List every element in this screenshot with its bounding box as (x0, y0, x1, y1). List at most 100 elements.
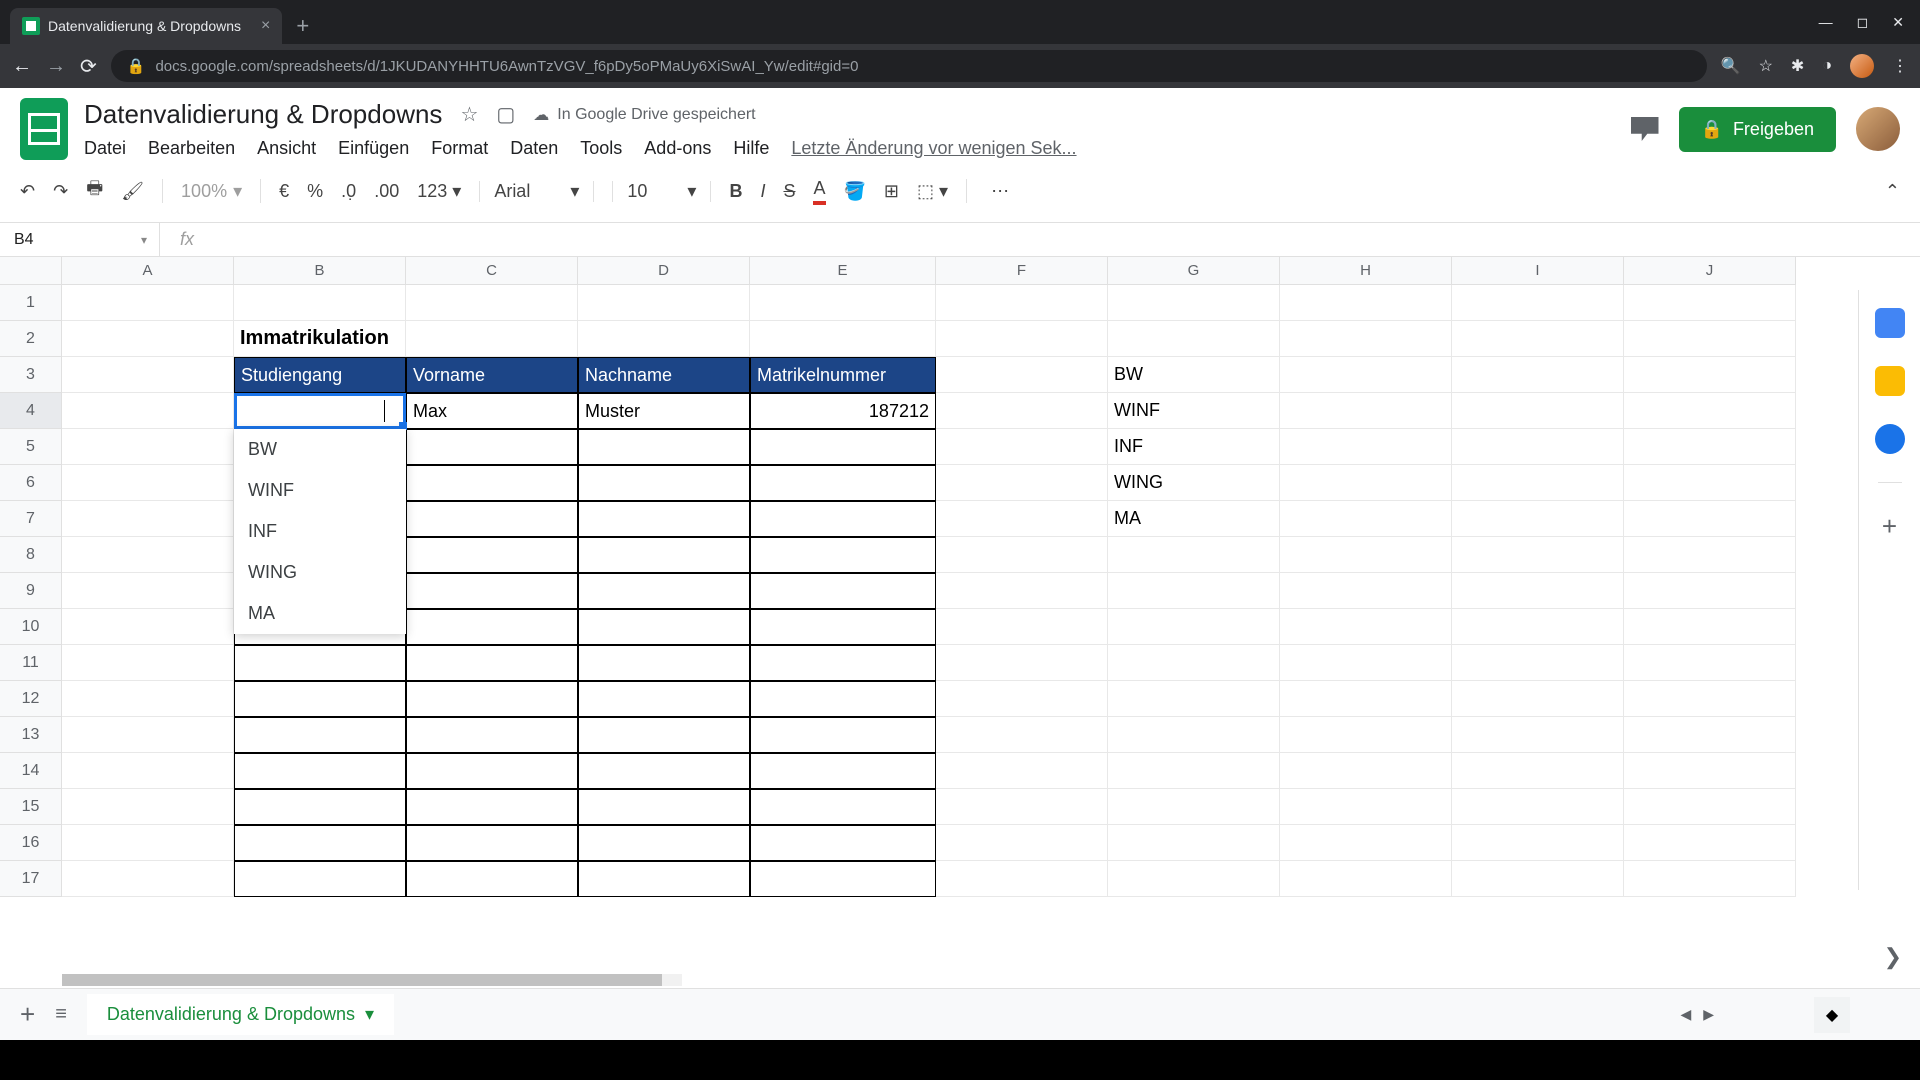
comments-icon[interactable] (1631, 117, 1659, 141)
cell-E14[interactable] (750, 753, 936, 789)
cell-D2[interactable] (578, 321, 750, 357)
borders-icon[interactable]: ⊞ (884, 181, 899, 202)
font-select[interactable]: Arial▾ (479, 181, 594, 202)
add-sheet-button[interactable]: + (20, 999, 35, 1030)
add-addon-icon[interactable]: + (1875, 511, 1905, 541)
cell-A4[interactable] (62, 393, 234, 429)
all-sheets-icon[interactable]: ≡ (55, 1003, 67, 1026)
row-header-9[interactable]: 9 (0, 573, 62, 609)
menu-tools[interactable]: Tools (580, 138, 622, 159)
cell-C14[interactable] (406, 753, 578, 789)
cell-E1[interactable] (750, 285, 936, 321)
dropdown-option[interactable]: MA (234, 593, 406, 634)
cell-D13[interactable] (578, 717, 750, 753)
cell-I11[interactable] (1452, 645, 1624, 681)
cell-C3[interactable]: Vorname (406, 357, 578, 393)
close-tab-icon[interactable]: × (261, 17, 270, 35)
cell-J17[interactable] (1624, 861, 1796, 897)
cell-E8[interactable] (750, 537, 936, 573)
row-header-4[interactable]: 4 (0, 393, 62, 429)
row-header-3[interactable]: 3 (0, 357, 62, 393)
cell-G5[interactable]: INF (1108, 429, 1280, 465)
number-format-select[interactable]: 123 ▾ (417, 181, 461, 202)
row-header-1[interactable]: 1 (0, 285, 62, 321)
cell-E4[interactable]: 187212 (750, 393, 936, 429)
cell-F15[interactable] (936, 789, 1108, 825)
sheet-nav-right-icon[interactable]: ▶ (1703, 1006, 1714, 1023)
browser-tab[interactable]: Datenvalidierung & Dropdowns × (10, 8, 282, 44)
row-header-10[interactable]: 10 (0, 609, 62, 645)
menu-help[interactable]: Hilfe (733, 138, 769, 159)
cell-I1[interactable] (1452, 285, 1624, 321)
row-header-17[interactable]: 17 (0, 861, 62, 897)
zoom-icon[interactable]: 🔍 (1721, 56, 1741, 76)
cell-J5[interactable] (1624, 429, 1796, 465)
share-button[interactable]: 🔒 Freigeben (1679, 107, 1836, 152)
cell-I16[interactable] (1452, 825, 1624, 861)
cell-C15[interactable] (406, 789, 578, 825)
paint-format-icon[interactable]: 🖌 (121, 181, 144, 202)
cell-H10[interactable] (1280, 609, 1452, 645)
merge-icon[interactable]: ⬚ ▾ (917, 181, 948, 202)
cell-C7[interactable] (406, 501, 578, 537)
cell-D1[interactable] (578, 285, 750, 321)
row-header-14[interactable]: 14 (0, 753, 62, 789)
cell-E15[interactable] (750, 789, 936, 825)
cell-I14[interactable] (1452, 753, 1624, 789)
cell-G6[interactable]: WING (1108, 465, 1280, 501)
keep-icon[interactable] (1875, 366, 1905, 396)
more-toolbar-icon[interactable]: ⋯ (991, 181, 1009, 202)
cell-F6[interactable] (936, 465, 1108, 501)
text-color-icon[interactable]: A (813, 178, 825, 205)
cell-H3[interactable] (1280, 357, 1452, 393)
row-header-16[interactable]: 16 (0, 825, 62, 861)
user-avatar-icon[interactable] (1856, 107, 1900, 151)
cell-I6[interactable] (1452, 465, 1624, 501)
cell-F11[interactable] (936, 645, 1108, 681)
col-header-A[interactable]: A (62, 257, 234, 285)
select-all-corner[interactable] (0, 257, 62, 285)
cell-F16[interactable] (936, 825, 1108, 861)
cell-I4[interactable] (1452, 393, 1624, 429)
cell-I3[interactable] (1452, 357, 1624, 393)
horizontal-scrollbar[interactable] (62, 974, 682, 986)
cell-C6[interactable] (406, 465, 578, 501)
cell-E3[interactable]: Matrikelnummer (750, 357, 936, 393)
cell-G15[interactable] (1108, 789, 1280, 825)
cell-F9[interactable] (936, 573, 1108, 609)
collapse-toolbar-icon[interactable]: ⌃ (1885, 181, 1900, 202)
currency-icon[interactable]: € (279, 181, 289, 202)
cell-C17[interactable] (406, 861, 578, 897)
cell-F5[interactable] (936, 429, 1108, 465)
cell-A5[interactable] (62, 429, 234, 465)
cell-B3[interactable]: Studiengang (234, 357, 406, 393)
col-header-I[interactable]: I (1452, 257, 1624, 285)
cell-C12[interactable] (406, 681, 578, 717)
cell-J14[interactable] (1624, 753, 1796, 789)
print-icon[interactable]: 🖶 (86, 176, 103, 206)
cell-B14[interactable] (234, 753, 406, 789)
row-header-8[interactable]: 8 (0, 537, 62, 573)
cell-I12[interactable] (1452, 681, 1624, 717)
cell-D7[interactable] (578, 501, 750, 537)
row-header-2[interactable]: 2 (0, 321, 62, 357)
url-input[interactable]: 🔒 docs.google.com/spreadsheets/d/1JKUDAN… (111, 50, 1707, 82)
row-header-15[interactable]: 15 (0, 789, 62, 825)
cell-G4[interactable]: WINF (1108, 393, 1280, 429)
cell-E13[interactable] (750, 717, 936, 753)
profile-avatar-icon[interactable] (1850, 54, 1874, 78)
col-header-C[interactable]: C (406, 257, 578, 285)
cell-D5[interactable] (578, 429, 750, 465)
cell-E16[interactable] (750, 825, 936, 861)
cell-H7[interactable] (1280, 501, 1452, 537)
cell-J3[interactable] (1624, 357, 1796, 393)
col-header-B[interactable]: B (234, 257, 406, 285)
row-header-13[interactable]: 13 (0, 717, 62, 753)
cell-H17[interactable] (1280, 861, 1452, 897)
cell-G17[interactable] (1108, 861, 1280, 897)
cell-H4[interactable] (1280, 393, 1452, 429)
italic-icon[interactable]: I (760, 181, 765, 202)
cell-I2[interactable] (1452, 321, 1624, 357)
cell-I13[interactable] (1452, 717, 1624, 753)
cell-D8[interactable] (578, 537, 750, 573)
